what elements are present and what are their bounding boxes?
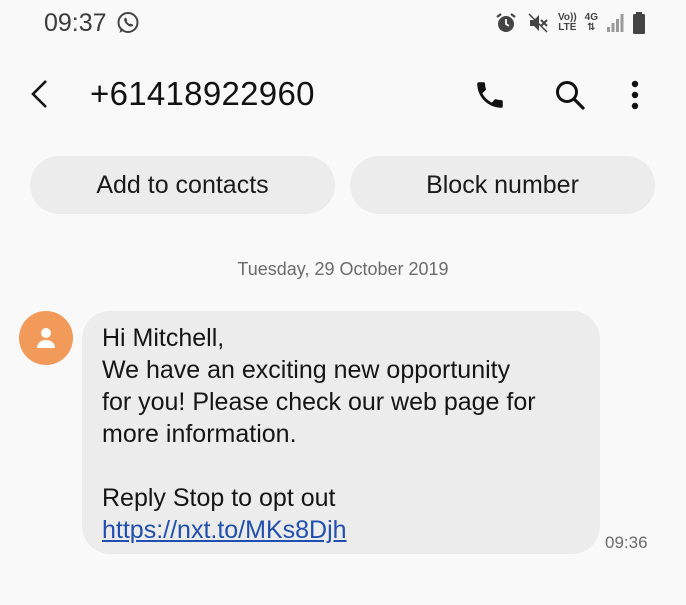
more-options-button[interactable]	[620, 75, 650, 115]
search-icon	[556, 81, 585, 110]
message-line: more information.	[102, 420, 297, 448]
message-line: Reply Stop to opt out	[102, 484, 336, 512]
battery-icon	[632, 11, 646, 35]
alarm-icon	[494, 11, 518, 35]
whatsapp-icon	[116, 11, 140, 35]
volte-bottom-text: LTE	[558, 22, 577, 33]
block-number-button[interactable]: Block number	[350, 156, 655, 214]
status-bar: 09:37 Vo)) LTE 4G ⇅	[0, 0, 686, 46]
message-timestamp: 09:36	[605, 533, 648, 552]
conversation-header: +61418922960	[0, 60, 686, 130]
back-button[interactable]	[22, 74, 58, 114]
message-link[interactable]: https://nxt.to/MKs8Djh	[102, 516, 347, 544]
contact-number: +61418922960	[90, 75, 315, 112]
volte-icon: Vo)) LTE	[558, 13, 577, 33]
person-icon	[37, 328, 55, 348]
4g-icon: 4G ⇅	[584, 12, 598, 33]
mute-icon	[526, 11, 550, 35]
message-line: Hi Mitchell,	[102, 324, 225, 352]
signal-icon	[606, 13, 624, 33]
message-body: Hi Mitchell, We have an exciting new opp…	[102, 322, 592, 546]
search-button[interactable]	[550, 75, 590, 115]
call-button[interactable]	[470, 75, 510, 115]
message-bubble[interactable]: Hi Mitchell, We have an exciting new opp…	[82, 311, 600, 554]
avatar[interactable]	[19, 311, 73, 365]
date-separator: Tuesday, 29 October 2019	[237, 259, 449, 279]
back-arrow-icon	[31, 80, 47, 108]
status-time: 09:37	[44, 9, 107, 37]
message-line: for you! Please check our web page for	[102, 388, 536, 416]
message-line: We have an exciting new opportunity	[102, 356, 511, 384]
add-to-contacts-button[interactable]: Add to contacts	[30, 156, 335, 214]
status-icons: Vo)) LTE 4G ⇅	[494, 10, 646, 36]
phone-icon	[477, 82, 503, 108]
more-vertical-icon	[631, 80, 639, 110]
